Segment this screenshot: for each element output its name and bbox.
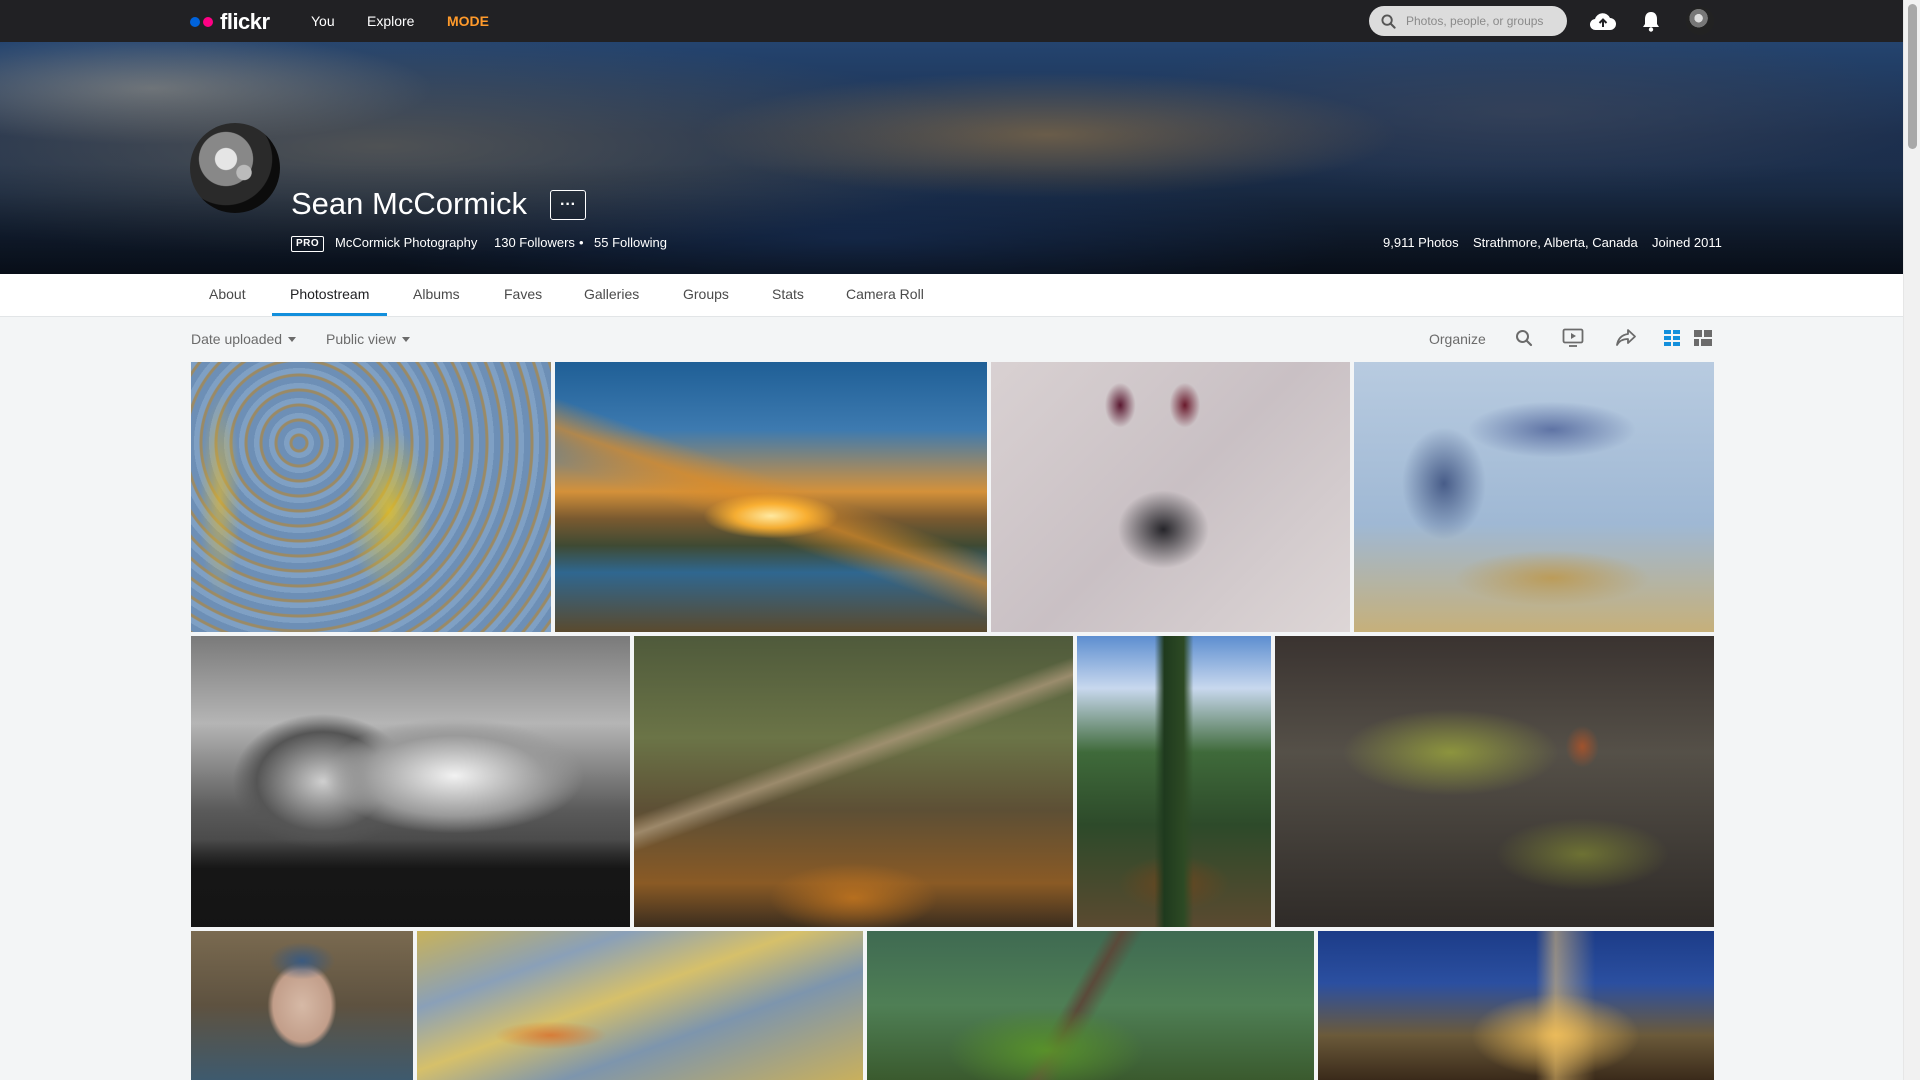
profile-avatar[interactable] xyxy=(190,123,280,213)
photo-peeling-paint[interactable] xyxy=(191,362,551,632)
tab-groups[interactable]: Groups xyxy=(683,286,729,316)
tab-stats[interactable]: Stats xyxy=(772,286,804,316)
cover-shade xyxy=(0,164,1904,274)
tab-albums[interactable]: Albums xyxy=(413,286,460,316)
search-icon[interactable] xyxy=(1515,329,1533,347)
top-navigation-bar: flickr You Explore MODE xyxy=(0,0,1904,42)
tab-camera-roll[interactable]: Camera Roll xyxy=(846,286,924,316)
logo-blue-dot xyxy=(190,17,200,27)
joined-date: Joined 2011 xyxy=(1652,235,1722,250)
website-link[interactable]: McCormick Photography xyxy=(335,235,477,250)
tab-photostream[interactable]: Photostream xyxy=(271,286,388,316)
justified-view-icon[interactable] xyxy=(1694,330,1712,346)
photo-pinecone-moss[interactable] xyxy=(1275,636,1714,927)
sort-dropdown-label: Date uploaded xyxy=(191,331,283,347)
photo-lodge-night[interactable] xyxy=(1318,931,1714,1080)
location: Strathmore, Alberta, Canada xyxy=(1473,235,1638,250)
share-icon[interactable] xyxy=(1615,328,1637,348)
scrollbar-thumb[interactable] xyxy=(1908,4,1917,149)
flickr-logo[interactable]: flickr xyxy=(190,9,270,35)
page-scrollbar[interactable] xyxy=(1903,0,1920,1080)
search-icon xyxy=(1381,13,1396,29)
notifications-bell-icon[interactable] xyxy=(1641,10,1661,32)
photo-graffiti-sad-face[interactable] xyxy=(991,362,1350,632)
organize-link[interactable]: Organize xyxy=(1429,331,1486,347)
photo-mountain-peaks-bw[interactable] xyxy=(191,636,630,927)
profile-name: Sean McCormick xyxy=(291,186,527,221)
account-avatar[interactable] xyxy=(1686,7,1714,35)
tab-galleries[interactable]: Galleries xyxy=(584,286,639,316)
nav-mode[interactable]: MODE xyxy=(447,13,489,29)
pro-badge: PRO xyxy=(291,236,325,252)
logo-text: flickr xyxy=(220,9,270,34)
nav-explore[interactable]: Explore xyxy=(367,13,414,29)
photo-fallen-tree-water[interactable] xyxy=(634,636,1073,927)
logo-pink-dot xyxy=(203,17,213,27)
chevron-down-icon xyxy=(402,336,411,342)
search-box[interactable] xyxy=(1369,6,1567,36)
nav-you[interactable]: You xyxy=(311,13,335,29)
followers-link[interactable]: 130 Followers xyxy=(494,235,575,250)
photo-graffiti-text[interactable] xyxy=(1354,362,1714,632)
chevron-down-icon xyxy=(288,336,297,342)
upload-cloud-icon[interactable] xyxy=(1589,10,1617,32)
view-dropdown-label: Public view xyxy=(326,331,397,347)
slideshow-icon[interactable] xyxy=(1562,328,1584,348)
photo-water-reflection[interactable] xyxy=(417,931,863,1080)
sort-dropdown[interactable]: Date uploaded xyxy=(191,331,297,347)
tab-faves[interactable]: Faves xyxy=(504,286,542,316)
photo-count: 9,911 Photos xyxy=(1383,235,1459,250)
grid-view-icon[interactable] xyxy=(1664,330,1680,346)
photo-self-portrait[interactable] xyxy=(191,931,413,1080)
photo-sunset-river[interactable] xyxy=(555,362,987,632)
photo-forest-stream[interactable] xyxy=(1077,636,1271,927)
more-options-button[interactable]: ··· xyxy=(550,190,586,220)
search-input[interactable] xyxy=(1404,13,1558,29)
photo-tree-branches[interactable] xyxy=(867,931,1314,1080)
following-link[interactable]: 55 Following xyxy=(594,235,667,250)
profile-tabs: About Photostream Albums Faves Galleries… xyxy=(0,274,1904,317)
view-dropdown[interactable]: Public view xyxy=(326,331,411,347)
tab-about[interactable]: About xyxy=(209,286,246,316)
meta-separator: • xyxy=(579,235,584,250)
